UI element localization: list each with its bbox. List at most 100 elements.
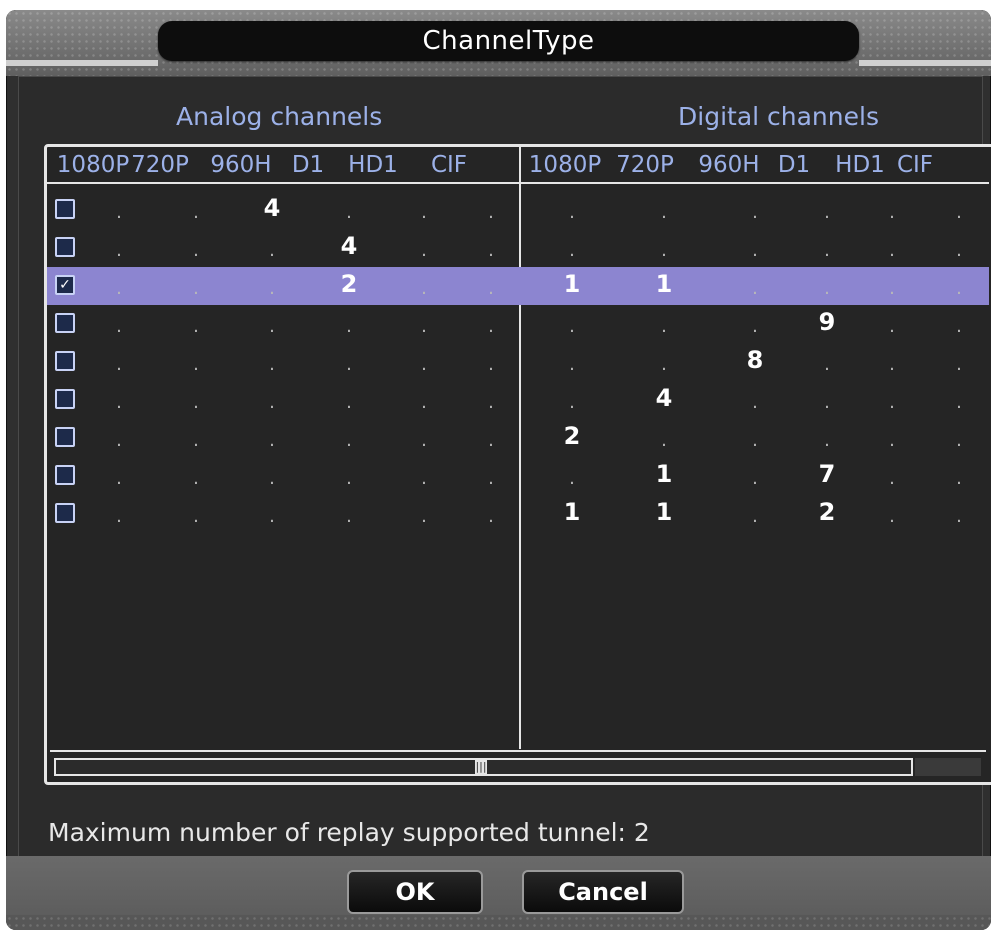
digital-cell: . [824,430,830,451]
analog-col-1080p: 1080P [56,152,130,178]
digital-cell: . [752,392,758,413]
row-checkbox[interactable] [55,351,75,371]
digital-cell: . [569,316,575,337]
digital-cell: . [752,240,758,261]
analog-cell: . [193,392,199,413]
table-row[interactable]: ....... 4.... [47,381,989,419]
digital-cell: . [824,392,830,413]
digital-cell: 1 [655,460,673,488]
analog-cell: . [421,468,427,489]
title-rail-right [859,60,991,66]
table-row[interactable]: ... 4........ [47,229,989,267]
row-checkbox[interactable] [55,237,75,257]
scrollbar-thumb[interactable]: ||| [475,758,487,776]
table-row[interactable]: ✓... 2.. 1 1.... [47,267,989,305]
analog-cell: . [346,468,352,489]
digital-cell: . [752,506,758,527]
analog-cell: . [116,468,122,489]
digital-cell: . [889,240,895,261]
digital-cell: 8 [746,346,764,374]
digital-cell: . [752,202,758,223]
table-row[interactable]: ......... 9.. [47,305,989,343]
digital-cell: . [752,316,758,337]
analog-channels-heading: Analog channels [176,102,383,131]
row-checkbox[interactable] [55,465,75,485]
analog-cell: . [488,430,494,451]
analog-cell: . [269,392,275,413]
analog-cell: . [116,354,122,375]
digital-cell: . [956,202,962,223]
analog-cell: . [116,316,122,337]
table-row[interactable]: ...... 1 1. 2.. [47,495,989,533]
digital-cell: . [824,278,830,299]
row-checkbox[interactable] [55,427,75,447]
scrollbar-end [915,758,981,776]
analog-cell: . [488,392,494,413]
analog-cell: . [421,316,427,337]
analog-cell: . [269,430,275,451]
table-row[interactable]: .. 4......... [47,191,989,229]
digital-cell: . [569,392,575,413]
digital-cell: 1 [563,498,581,526]
analog-col-hd1: HD1 [348,152,398,178]
analog-cell: . [488,278,494,299]
analog-cell: . [421,202,427,223]
digital-cell: . [661,430,667,451]
digital-cell: . [752,430,758,451]
analog-col-720p: 720P [131,152,189,178]
digital-cell: . [889,354,895,375]
dialog-title: ChannelType [158,21,859,61]
analog-cell: . [269,468,275,489]
digital-col-cif: CIF [896,152,934,178]
analog-cell: . [116,506,122,527]
cancel-button[interactable]: Cancel [522,870,684,914]
row-checkbox[interactable] [55,199,75,219]
analog-cell: . [421,430,427,451]
replay-tunnel-status: Maximum number of replay supported tunne… [48,818,650,847]
analog-cell: . [346,354,352,375]
title-bar: ChannelType [6,10,991,76]
row-checkbox[interactable] [55,313,75,333]
analog-cell: . [421,354,427,375]
analog-cell: . [421,392,427,413]
table-header-separator [47,182,989,184]
analog-cell: . [116,392,122,413]
digital-cell: . [824,240,830,261]
analog-cell: . [488,316,494,337]
analog-cell: . [488,240,494,261]
row-checkbox[interactable]: ✓ [55,275,75,295]
analog-cell: . [269,506,275,527]
digital-cell: . [889,278,895,299]
digital-cell: . [824,354,830,375]
digital-cell: . [569,468,575,489]
table-row[interactable]: ....... 1. 7.. [47,457,989,495]
table-row[interactable]: ........ 8... [47,343,989,381]
analog-cell: . [269,278,275,299]
table-row[interactable]: ...... 2..... [47,419,989,457]
digital-cell: . [889,392,895,413]
horizontal-scrollbar[interactable]: ||| [50,750,986,778]
analog-cell: . [116,202,122,223]
digital-cell: . [889,468,895,489]
digital-cell: . [661,202,667,223]
analog-col-960h: 960H [210,152,272,178]
analog-col-d1: D1 [291,152,325,178]
analog-cell: . [421,278,427,299]
ok-button[interactable]: OK [347,870,483,914]
analog-cell: . [346,430,352,451]
digital-cell: . [824,202,830,223]
digital-cell: . [956,240,962,261]
row-checkbox[interactable] [55,389,75,409]
digital-col-960h: 960H [698,152,760,178]
analog-cell: 4 [340,232,358,260]
channel-type-dialog: ChannelType Analog channels Digital chan… [6,10,991,930]
digital-cell: . [661,240,667,261]
analog-cell: . [346,506,352,527]
digital-cell: . [752,278,758,299]
digital-cell: . [661,316,667,337]
analog-cell: . [193,468,199,489]
digital-cell: 7 [818,460,836,488]
digital-cell: . [956,506,962,527]
digital-cell: . [752,468,758,489]
row-checkbox[interactable] [55,503,75,523]
